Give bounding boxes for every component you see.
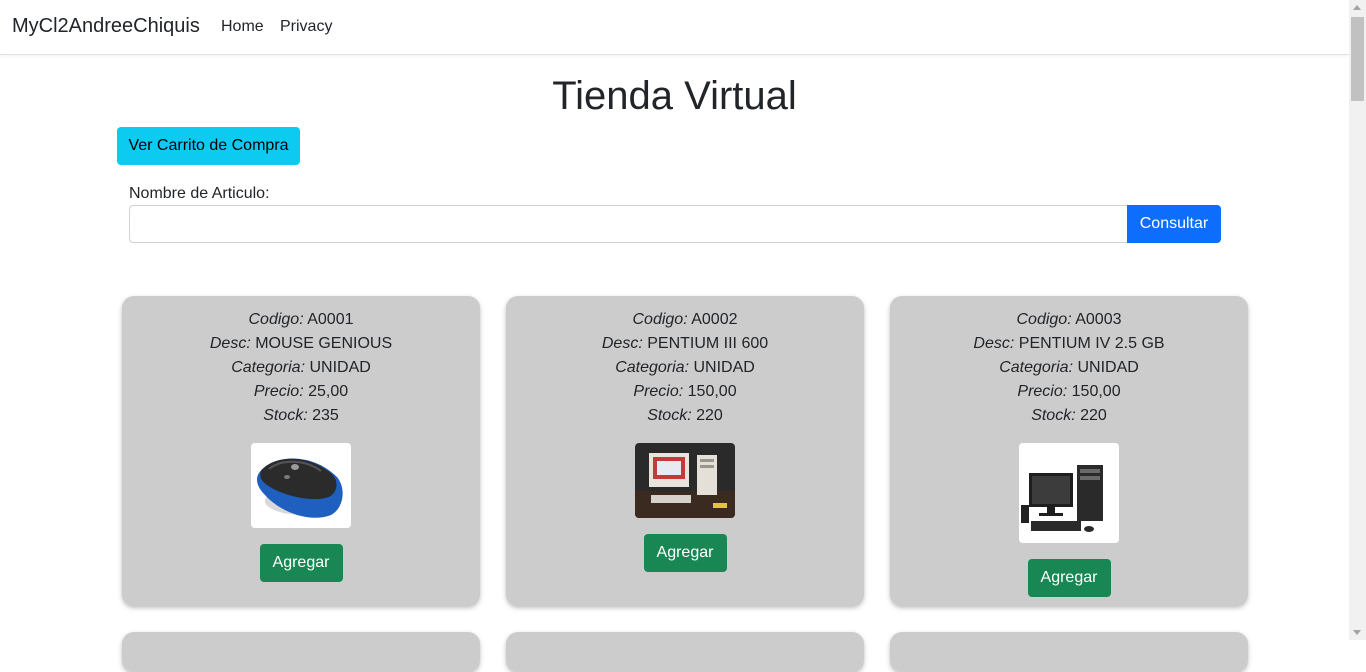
product-stock: Stock: 220 [647, 407, 723, 424]
search-label: Nombre de Articulo: [129, 185, 270, 202]
product-category: Categoria: UNIDAD [615, 359, 755, 376]
product-card [890, 632, 1248, 672]
view-cart-button[interactable]: Ver Carrito de Compra [117, 127, 300, 165]
product-code: Codigo: A0003 [1016, 311, 1122, 328]
product-category: Categoria: UNIDAD [231, 359, 371, 376]
product-price: Precio: 150,00 [1017, 383, 1121, 400]
product-card: Codigo: A0003 Desc: PENTIUM IV 2.5 GB Ca… [890, 296, 1248, 606]
product-card [506, 632, 864, 672]
product-price: Precio: 150,00 [633, 383, 737, 400]
product-desc: Desc: PENTIUM IV 2.5 GB [973, 335, 1165, 352]
scrollbar-thumb[interactable] [1351, 17, 1364, 101]
product-code: Codigo: A0001 [248, 311, 354, 328]
product-desc: Desc: PENTIUM III 600 [601, 335, 769, 352]
product-category: Categoria: UNIDAD [999, 359, 1139, 376]
search-button[interactable]: Consultar [1127, 205, 1221, 243]
product-price: Precio: 25,00 [253, 383, 349, 400]
product-card: Codigo: A0002 Desc: PENTIUM III 600 Cate… [506, 296, 864, 606]
product-code: Codigo: A0002 [632, 311, 738, 328]
add-to-cart-button[interactable]: Agregar [643, 534, 727, 572]
page-title: Tienda Virtual [552, 74, 797, 118]
navbar: MyCl2AndreeChiquis Home Privacy [0, 0, 1349, 55]
desktop-computer-image [635, 443, 735, 518]
desktop-computer-image [1019, 443, 1119, 543]
nav-link-home[interactable]: Home [221, 18, 264, 36]
nav-link-privacy[interactable]: Privacy [280, 18, 332, 36]
add-to-cart-button[interactable]: Agregar [259, 544, 343, 582]
scroll-up-icon[interactable] [1353, 5, 1361, 10]
product-card: Codigo: A0001 Desc: MOUSE GENIOUS Catego… [122, 296, 480, 606]
product-desc: Desc: MOUSE GENIOUS [209, 335, 393, 352]
product-card [122, 632, 480, 672]
mouse-image [251, 443, 351, 528]
vertical-scrollbar[interactable] [1349, 0, 1366, 640]
product-stock: Stock: 220 [1031, 407, 1107, 424]
article-name-input[interactable] [129, 205, 1129, 243]
navbar-brand[interactable]: MyCl2AndreeChiquis [12, 15, 200, 38]
add-to-cart-button[interactable]: Agregar [1027, 559, 1111, 597]
scroll-down-icon[interactable] [1353, 630, 1361, 635]
product-stock: Stock: 235 [263, 407, 339, 424]
